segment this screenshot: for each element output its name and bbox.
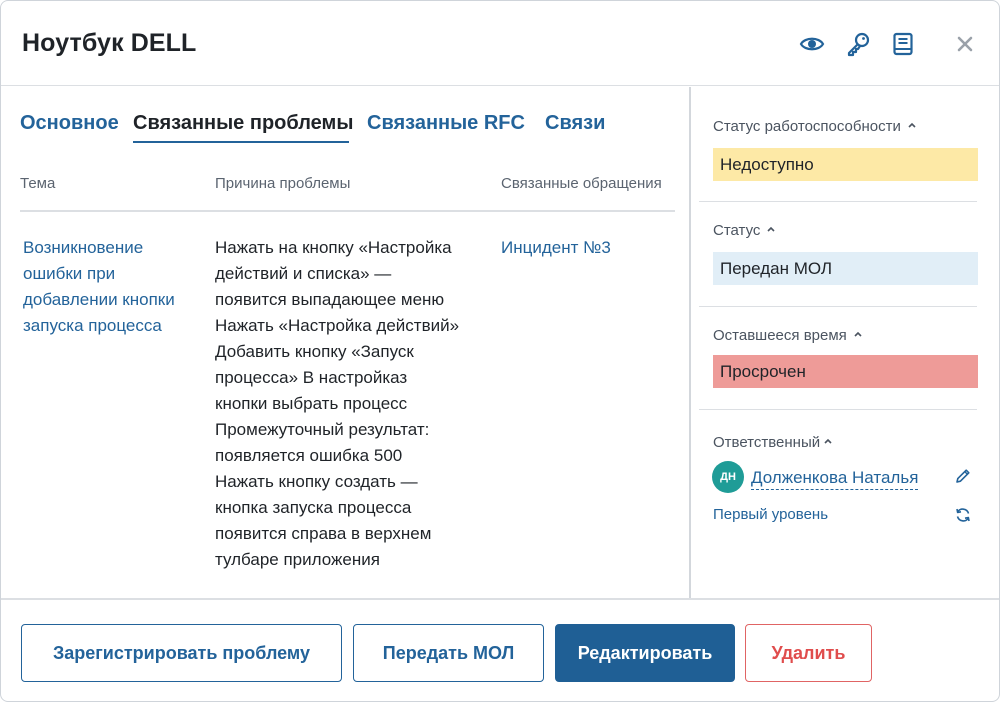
support-level-link[interactable]: Первый уровень (713, 506, 828, 523)
responsible-label[interactable]: Ответственный (713, 433, 833, 451)
status-value: Передан МОЛ (713, 252, 978, 285)
edit-button[interactable]: Редактировать (555, 624, 735, 682)
section-divider (699, 306, 977, 307)
asset-card-window: Ноутбук DELL Основное Связанные проблемы… (0, 0, 1000, 702)
table-header-divider (20, 210, 675, 212)
tab-related-rfc[interactable]: Связанные RFC (367, 112, 525, 135)
availability-value: Недоступно (713, 148, 978, 181)
key-icon[interactable] (846, 31, 872, 57)
page-title: Ноутбук DELL (22, 29, 197, 57)
chevron-up-icon (853, 326, 863, 337)
delete-button[interactable]: Удалить (745, 624, 872, 682)
register-problem-button[interactable]: Зарегистрировать проблему (21, 624, 342, 682)
remaining-time-label[interactable]: Оставшееся время (713, 326, 863, 344)
chevron-up-icon (907, 117, 917, 128)
status-label[interactable]: Статус (713, 221, 776, 239)
tab-main[interactable]: Основное (20, 112, 119, 135)
chevron-up-icon (766, 221, 776, 232)
active-tab-indicator (133, 141, 349, 143)
footer-divider (1, 598, 999, 600)
card-header: Ноутбук DELL (1, 1, 999, 86)
problem-cause-text: Нажать на кнопку «Настройка действий и с… (215, 238, 460, 569)
column-header-related: Связанные обращения (501, 175, 662, 192)
section-divider (699, 201, 977, 202)
transfer-mol-button[interactable]: Передать МОЛ (353, 624, 544, 682)
book-icon[interactable] (890, 31, 916, 57)
tab-related-problems[interactable]: Связанные проблемы (133, 112, 353, 135)
chevron-up-icon (823, 433, 833, 444)
avatar: ДН (712, 461, 744, 493)
column-header-topic: Тема (20, 175, 56, 192)
tab-links[interactable]: Связи (545, 112, 605, 135)
responsible-person-link[interactable]: Долженкова Наталья (751, 467, 919, 490)
problem-topic-link[interactable]: Возникновение ошибки при добавлении кноп… (23, 235, 203, 339)
pane-divider (689, 87, 691, 599)
pencil-icon[interactable] (954, 467, 972, 485)
related-incident-link[interactable]: Инцидент №3 (501, 235, 611, 261)
refresh-icon[interactable] (954, 506, 972, 524)
remaining-time-value: Просрочен (713, 355, 978, 388)
close-icon[interactable] (952, 31, 978, 57)
section-divider (699, 409, 977, 410)
eye-icon[interactable] (799, 31, 825, 57)
column-header-cause: Причина проблемы (215, 175, 351, 192)
availability-label[interactable]: Статус работоспособности (713, 117, 917, 135)
